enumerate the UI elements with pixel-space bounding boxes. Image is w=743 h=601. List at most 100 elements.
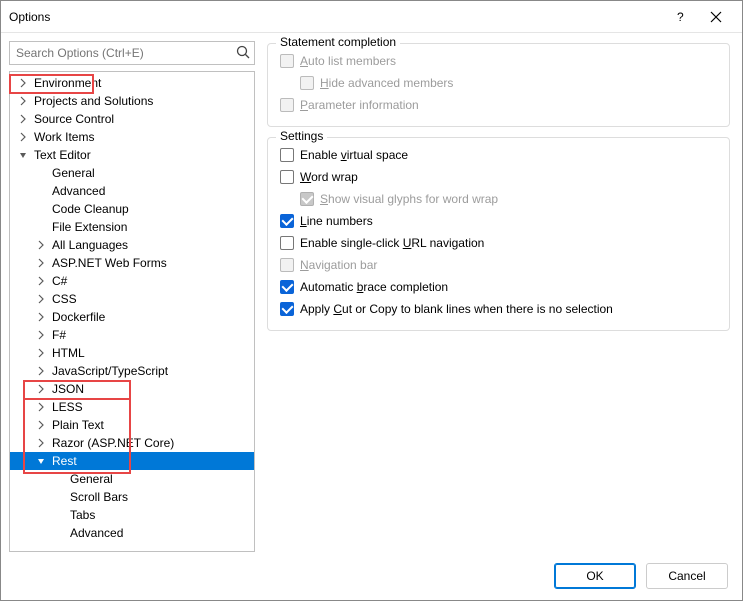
tree-item[interactable]: Scroll Bars [10,488,254,506]
tree-item-label: General [50,164,95,182]
tree-item[interactable]: HTML [10,344,254,362]
svg-text:?: ? [677,10,684,24]
checkbox-icon[interactable] [280,170,294,184]
close-button[interactable] [698,3,734,31]
tree-item-label: Advanced [50,182,105,200]
tree-item[interactable]: General [10,470,254,488]
chevron-right-icon[interactable] [16,112,30,126]
tree-item-label: Dockerfile [50,308,105,326]
tree-item[interactable]: Environment [10,74,254,92]
tree-item-label: JavaScript/TypeScript [50,362,168,380]
tree-item-label: Advanced [68,524,123,542]
arrow-spacer [52,472,66,486]
chevron-right-icon[interactable] [34,274,48,288]
chevron-right-icon[interactable] [34,418,48,432]
chevron-right-icon[interactable] [34,238,48,252]
tree-item-label: F# [50,326,66,344]
tree-item[interactable]: Source Control [10,110,254,128]
tree-item-label: ASP.NET Web Forms [50,254,167,272]
opt-label: Auto list members [300,54,396,68]
tree-item-label: Source Control [32,110,114,128]
tree-item[interactable]: LESS [10,398,254,416]
opt-label: Parameter information [300,98,419,112]
opt-label: Hide advanced members [320,76,453,90]
chevron-right-icon[interactable] [34,382,48,396]
tree-item-label: CSS [50,290,77,308]
chevron-down-icon[interactable] [16,148,30,162]
search-input[interactable] [9,41,255,65]
tree-item[interactable]: CSS [10,290,254,308]
search-icon[interactable] [235,44,251,63]
arrow-spacer [52,490,66,504]
chevron-right-icon[interactable] [34,364,48,378]
tree-item[interactable]: Code Cleanup [10,200,254,218]
tree-item[interactable]: Advanced [10,182,254,200]
tree-item-label: General [68,470,113,488]
chevron-down-icon[interactable] [34,454,48,468]
tree-item-label: Scroll Bars [68,488,128,506]
chevron-right-icon[interactable] [34,400,48,414]
chevron-right-icon[interactable] [34,256,48,270]
tree-item[interactable]: Text Editor [10,146,254,164]
tree-item[interactable]: Rest [10,452,254,470]
tree-item[interactable]: Dockerfile [10,308,254,326]
chevron-right-icon[interactable] [16,76,30,90]
checkbox-icon [300,192,314,206]
chevron-right-icon[interactable] [34,328,48,342]
tree-item[interactable]: Advanced [10,524,254,542]
options-dialog: Options ? EnvironmentProjects and Soluti… [0,0,743,601]
tree-item[interactable]: F# [10,326,254,344]
opt-parameter-information: Parameter information [276,94,721,116]
opt-brace-completion[interactable]: Automatic brace completion [276,276,721,298]
tree-item-label: Plain Text [50,416,104,434]
opt-label: Line numbers [300,214,373,228]
opt-line-numbers[interactable]: Line numbers [276,210,721,232]
tree-item[interactable]: Tabs [10,506,254,524]
help-button[interactable]: ? [662,3,698,31]
tree-item-label: Tabs [68,506,95,524]
arrow-spacer [34,220,48,234]
tree-item[interactable]: General [10,164,254,182]
opt-enable-virtual-space[interactable]: Enable virtual space [276,144,721,166]
tree-item[interactable]: Plain Text [10,416,254,434]
opt-blank-lines[interactable]: Apply Cut or Copy to blank lines when th… [276,298,721,320]
checkbox-icon[interactable] [280,236,294,250]
opt-navigation-bar: Navigation bar [276,254,721,276]
tree-item-label: LESS [50,398,83,416]
chevron-right-icon[interactable] [16,130,30,144]
tree-item[interactable]: Projects and Solutions [10,92,254,110]
tree-item[interactable]: C# [10,272,254,290]
options-tree[interactable]: EnvironmentProjects and SolutionsSource … [9,71,255,552]
tree-item[interactable]: JSON [10,380,254,398]
chevron-right-icon[interactable] [34,346,48,360]
checkbox-icon [280,98,294,112]
tree-item[interactable]: ASP.NET Web Forms [10,254,254,272]
checkbox-icon[interactable] [280,280,294,294]
opt-word-wrap[interactable]: Word wrap [276,166,721,188]
tree-item[interactable]: File Extension [10,218,254,236]
chevron-right-icon[interactable] [34,292,48,306]
tree-item-label: Projects and Solutions [32,92,153,110]
chevron-right-icon[interactable] [34,436,48,450]
checkbox-icon [280,258,294,272]
tree-item[interactable]: Work Items [10,128,254,146]
cancel-button[interactable]: Cancel [646,563,728,589]
chevron-right-icon[interactable] [34,310,48,324]
tree-item[interactable]: JavaScript/TypeScript [10,362,254,380]
opt-label: Automatic brace completion [300,280,448,294]
opt-single-click-url[interactable]: Enable single-click URL navigation [276,232,721,254]
titlebar: Options ? [1,1,742,33]
tree-item[interactable]: All Languages [10,236,254,254]
checkbox-icon[interactable] [280,148,294,162]
ok-button[interactable]: OK [554,563,636,589]
dialog-body: EnvironmentProjects and SolutionsSource … [1,33,742,552]
checkbox-icon[interactable] [280,214,294,228]
right-column: Statement completion Auto list members H… [267,41,730,552]
opt-label: Enable single-click URL navigation [300,236,484,250]
tree-item[interactable]: Razor (ASP.NET Core) [10,434,254,452]
arrow-spacer [34,184,48,198]
chevron-right-icon[interactable] [16,94,30,108]
opt-auto-list-members: Auto list members [276,50,721,72]
checkbox-icon[interactable] [280,302,294,316]
checkbox-icon [300,76,314,90]
